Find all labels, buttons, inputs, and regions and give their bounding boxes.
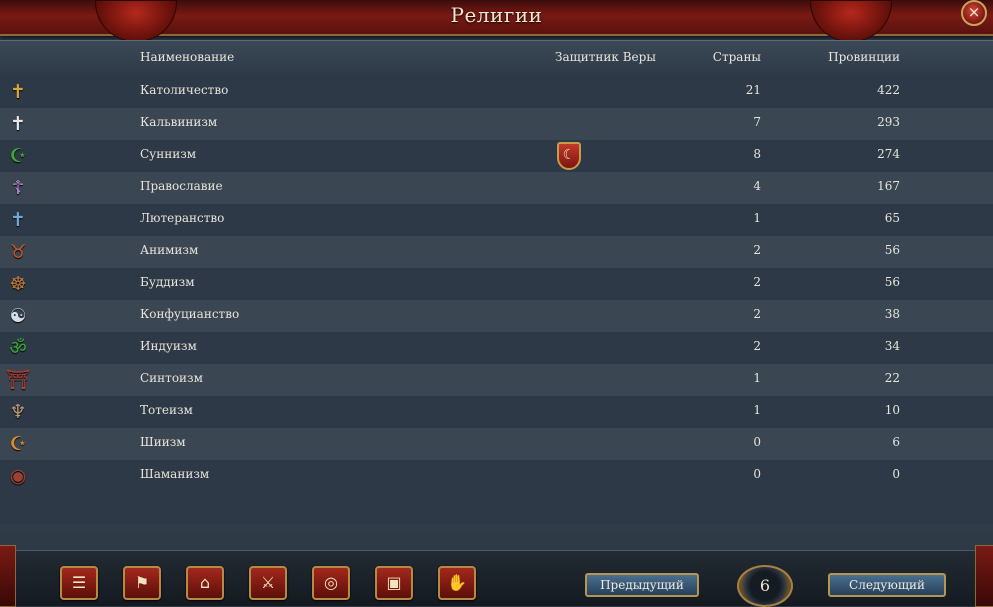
religion-name: Православие	[140, 179, 223, 193]
religion-name: Индуизм	[140, 339, 197, 353]
countries-count: 1	[753, 371, 761, 385]
table-row[interactable]: ☪ Шиизм 0 6	[0, 428, 993, 460]
table-row[interactable]: ✝ Лютеранство 1 65	[0, 204, 993, 236]
column-header-name[interactable]: Наименование	[140, 50, 234, 64]
provinces-count: 422	[877, 83, 900, 97]
religion-name: Кальвинизм	[140, 115, 218, 129]
religion-name: Буддизм	[140, 275, 195, 289]
reformed-cross-icon: ✝	[10, 113, 26, 135]
table-row[interactable]: ☯ Конфуцианство 2 38	[0, 300, 993, 332]
provinces-count: 34	[884, 339, 900, 353]
animal-icon: ♉	[9, 241, 27, 263]
catholic-cross-icon: ✝	[10, 81, 26, 103]
totem-icon: ♆	[9, 401, 27, 423]
protestant-cross-icon: ✝	[10, 209, 26, 231]
shia-crescent-icon: ☪	[9, 433, 27, 455]
religion-name: Синтоизм	[140, 371, 203, 385]
crescent-icon: ☪	[9, 145, 27, 167]
countries-count: 2	[753, 243, 761, 257]
religion-name: Конфуцианство	[140, 307, 240, 321]
provinces-count: 65	[884, 211, 900, 225]
religion-name: Шаманизм	[140, 467, 210, 481]
countries-count: 1	[753, 403, 761, 417]
countries-count: 4	[753, 179, 761, 193]
religion-name: Суннизм	[140, 147, 197, 161]
flag-icon[interactable]: ⚑	[123, 566, 161, 600]
table-row[interactable]: ☸ Буддизм 2 56	[0, 268, 993, 300]
bottom-bar: ☰ ⚑ ⌂ ⚔ ◎ ▣ ✋ Предыдущий 6 Следующий	[0, 545, 993, 607]
provinces-count: 6	[892, 435, 900, 449]
yin-yang-icon: ☯	[9, 305, 27, 327]
table-header: Наименование Защитник Веры Страны Провин…	[0, 40, 993, 77]
countries-count: 2	[753, 275, 761, 289]
provinces-count: 22	[884, 371, 900, 385]
provinces-count: 38	[884, 307, 900, 321]
next-button[interactable]: Следующий	[828, 573, 946, 597]
buildings-icon[interactable]: ⌂	[186, 566, 224, 600]
table-row[interactable]: ✝ Католичество 21 422	[0, 76, 993, 108]
table-row[interactable]: ✝ Кальвинизм 7 293	[0, 108, 993, 140]
religion-name: Лютеранство	[140, 211, 225, 225]
column-header-countries[interactable]: Страны	[713, 50, 761, 64]
table-row[interactable]: ☪ Суннизм ☾ 8 274	[0, 140, 993, 172]
chest-icon[interactable]: ▣	[375, 566, 413, 600]
countries-count: 7	[753, 115, 761, 129]
provinces-count: 167	[877, 179, 900, 193]
provinces-count: 0	[892, 467, 900, 481]
defender-of-faith-shield-icon[interactable]: ☾	[557, 142, 581, 170]
window-title: Религии	[450, 3, 543, 27]
title-bar: Религии ×	[0, 0, 993, 42]
torii-gate-icon: ⛩	[6, 369, 31, 391]
column-header-defender[interactable]: Защитник Веры	[555, 50, 656, 64]
religion-table: ✝ Католичество 21 422 ✝ Кальвинизм 7 293 ☪ Сунниз…	[0, 76, 993, 492]
close-icon[interactable]: ×	[961, 0, 987, 26]
swords-icon[interactable]: ⚔	[249, 566, 287, 600]
provinces-count: 56	[884, 275, 900, 289]
bottom-ornament-left	[0, 545, 16, 607]
coins-icon[interactable]: ◎	[312, 566, 350, 600]
ledger-icon[interactable]: ☰	[60, 566, 98, 600]
religion-name: Католичество	[140, 83, 229, 97]
previous-button[interactable]: Предыдущий	[585, 573, 699, 597]
handshake-icon[interactable]: ✋	[438, 566, 476, 600]
table-row[interactable]: ♆ Тотеизм 1 10	[0, 396, 993, 428]
provinces-count: 10	[884, 403, 900, 417]
religion-name: Анимизм	[140, 243, 199, 257]
empty-row	[0, 492, 993, 524]
orthodox-cross-icon: ☦	[11, 177, 25, 199]
countries-count: 0	[753, 435, 761, 449]
om-icon: ॐ	[9, 337, 27, 359]
provinces-count: 293	[877, 115, 900, 129]
religion-name: Тотеизм	[140, 403, 193, 417]
column-header-provinces[interactable]: Провинции	[828, 50, 900, 64]
table-row[interactable]: ⛩ Синтоизм 1 22	[0, 364, 993, 396]
provinces-count: 56	[884, 243, 900, 257]
countries-count: 0	[753, 467, 761, 481]
countries-count: 21	[745, 83, 761, 97]
table-row[interactable]: ☦ Православие 4 167	[0, 172, 993, 204]
countries-count: 8	[753, 147, 761, 161]
table-empty-area	[0, 492, 993, 550]
countries-count: 2	[753, 339, 761, 353]
religion-name: Шиизм	[140, 435, 186, 449]
dharma-wheel-icon: ☸	[9, 273, 27, 295]
bottom-ornament-right	[975, 545, 993, 607]
page-number: 6	[737, 565, 793, 607]
shaman-icon: ◉	[9, 465, 27, 487]
provinces-count: 274	[877, 147, 900, 161]
table-row[interactable]: ♉ Анимизм 2 56	[0, 236, 993, 268]
countries-count: 2	[753, 307, 761, 321]
countries-count: 1	[753, 211, 761, 225]
table-row[interactable]: ॐ Индуизм 2 34	[0, 332, 993, 364]
table-row[interactable]: ◉ Шаманизм 0 0	[0, 460, 993, 492]
